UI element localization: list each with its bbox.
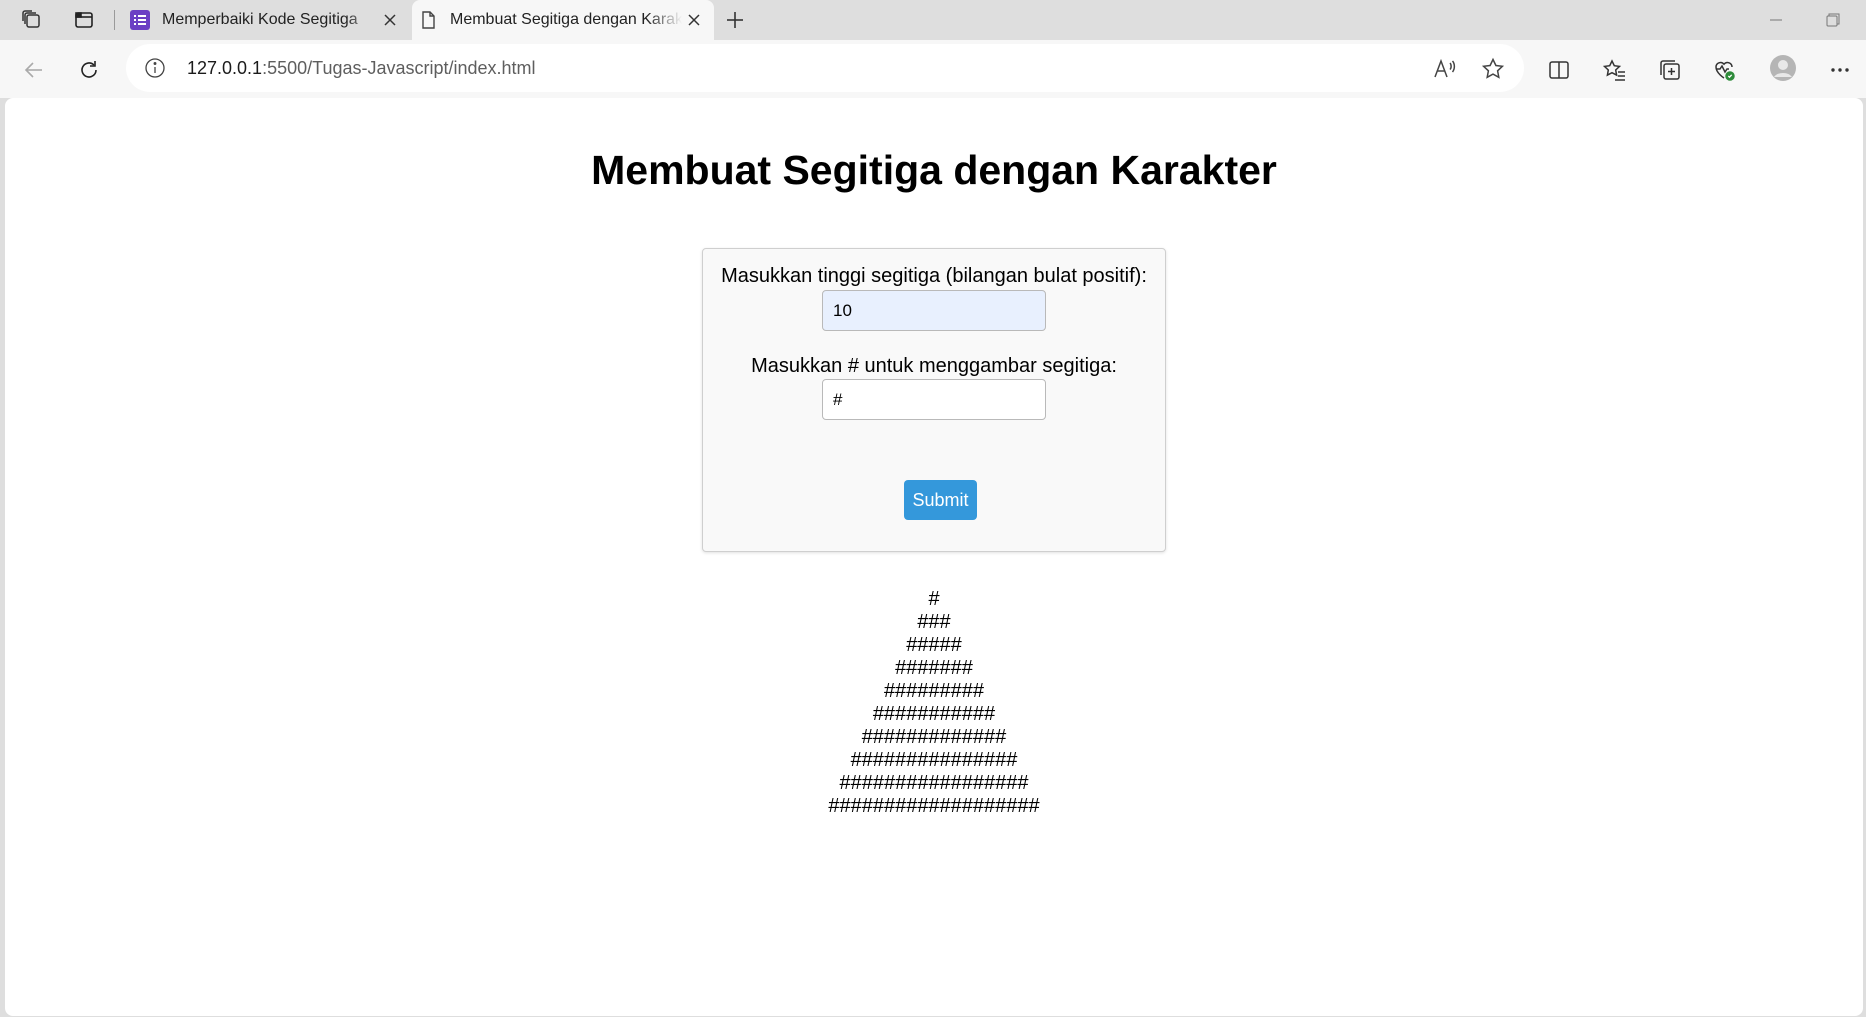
page-title: Membuat Segitiga dengan Karakter <box>591 147 1277 193</box>
char-input[interactable] <box>822 379 1046 420</box>
height-input[interactable] <box>822 290 1046 331</box>
triangle-row: ### <box>917 611 951 633</box>
profile-avatar[interactable] <box>1765 50 1801 86</box>
address-bar[interactable]: 127.0.0.1:5500/Tugas-Javascript/index.ht… <box>126 44 1524 92</box>
browser-toolbar: 127.0.0.1:5500/Tugas-Javascript/index.ht… <box>0 40 1866 98</box>
favorites-icon[interactable] <box>1597 52 1633 88</box>
workspaces-icon[interactable] <box>14 6 50 34</box>
url-text[interactable]: 127.0.0.1:5500/Tugas-Javascript/index.ht… <box>187 58 536 79</box>
tab-title: Memperbaiki Kode Segitiga <box>162 11 358 28</box>
page-viewport: Membuat Segitiga dengan Karakter Masukka… <box>5 98 1863 1016</box>
url-host: 127.0.0.1 <box>187 58 263 78</box>
back-arrow-icon[interactable] <box>16 52 52 88</box>
tab-actions-icon[interactable] <box>66 6 102 34</box>
page-icon <box>418 10 438 30</box>
triangle-row: ####### <box>895 657 973 679</box>
url-path: :5500/Tugas-Javascript/index.html <box>262 58 536 78</box>
triangle-row: ############# <box>861 726 1007 748</box>
collections-icon[interactable] <box>1652 52 1688 88</box>
tab-separator <box>114 10 115 30</box>
triangle-output: # ### ##### ####### ######### ########### ####… <box>5 588 1863 818</box>
site-info-icon[interactable] <box>144 57 166 79</box>
close-icon[interactable] <box>378 8 402 32</box>
split-screen-icon[interactable] <box>1541 52 1577 88</box>
close-icon[interactable] <box>682 8 706 32</box>
height-label: Masukkan tinggi segitiga (bilangan bulat… <box>721 265 1147 287</box>
triangle-row: # <box>928 588 940 610</box>
minimize-icon[interactable] <box>1756 6 1796 34</box>
restore-icon[interactable] <box>1813 6 1853 34</box>
triangle-form: Masukkan tinggi segitiga (bilangan bulat… <box>702 248 1166 552</box>
read-aloud-icon[interactable] <box>1432 56 1458 82</box>
browser-essentials-icon[interactable] <box>1706 52 1742 88</box>
more-options-icon[interactable] <box>1822 52 1858 88</box>
char-label: Masukkan # untuk menggambar segitiga: <box>751 355 1117 377</box>
forms-list-icon <box>130 10 150 30</box>
favorite-star-icon[interactable] <box>1480 56 1506 82</box>
tab-memperbaiki-kode[interactable]: Memperbaiki Kode Segitiga <box>124 0 410 40</box>
triangle-row: ########### <box>872 703 996 725</box>
refresh-icon[interactable] <box>71 52 107 88</box>
triangle-row: ############### <box>850 749 1018 771</box>
new-tab-plus-icon[interactable] <box>720 6 750 34</box>
triangle-row: ################# <box>839 772 1029 794</box>
triangle-row: ######### <box>883 680 985 702</box>
tab-membuat-segitiga[interactable]: Membuat Segitiga dengan Karakter <box>412 0 714 40</box>
triangle-row: ################### <box>828 795 1040 817</box>
tab-title: Membuat Segitiga dengan Karakter <box>450 11 682 28</box>
submit-button[interactable]: Submit <box>904 480 977 520</box>
tab-strip: Memperbaiki Kode Segitiga Membuat Segiti… <box>0 0 1866 40</box>
triangle-row: ##### <box>906 634 962 656</box>
